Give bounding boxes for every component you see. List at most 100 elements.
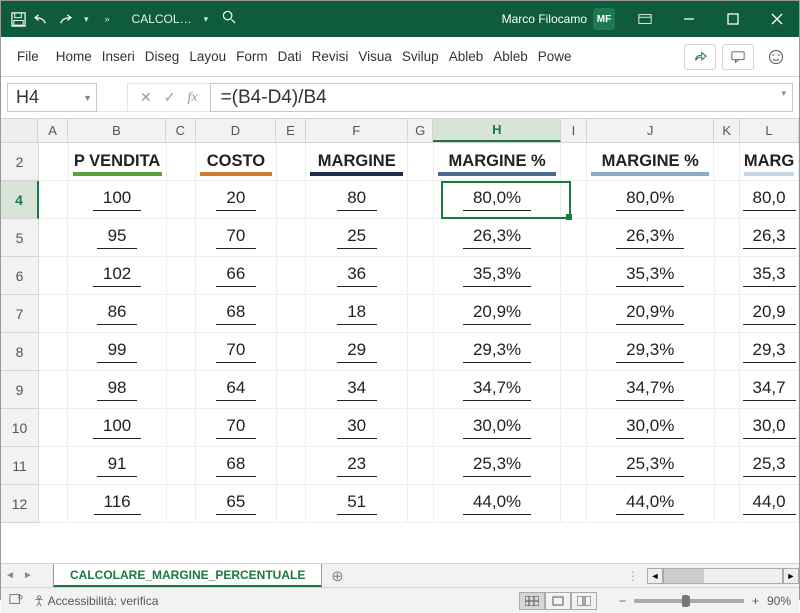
page-layout-view-icon[interactable] bbox=[545, 592, 571, 610]
cell[interactable] bbox=[561, 485, 587, 523]
cell[interactable]: 116 bbox=[68, 485, 166, 523]
col-header-A[interactable]: A bbox=[38, 119, 67, 142]
cell[interactable]: 70 bbox=[196, 219, 277, 257]
cell[interactable] bbox=[408, 409, 434, 447]
cell[interactable]: 95 bbox=[68, 219, 166, 257]
cell[interactable] bbox=[167, 295, 196, 333]
cell[interactable]: 30 bbox=[306, 409, 408, 447]
cell[interactable]: 18 bbox=[306, 295, 408, 333]
cell[interactable]: 25 bbox=[306, 219, 408, 257]
cell[interactable] bbox=[277, 143, 307, 181]
cell[interactable] bbox=[715, 409, 741, 447]
col-header-C[interactable]: C bbox=[166, 119, 195, 142]
cell[interactable] bbox=[167, 181, 196, 219]
cell[interactable] bbox=[167, 333, 196, 371]
cell[interactable]: 26,3 bbox=[740, 219, 799, 257]
cell[interactable]: 25,3% bbox=[434, 447, 562, 485]
user-account[interactable]: Marco Filocamo MF bbox=[494, 8, 623, 30]
cell[interactable] bbox=[408, 371, 434, 409]
cell[interactable] bbox=[715, 333, 741, 371]
cell[interactable] bbox=[408, 257, 434, 295]
cell[interactable]: 91 bbox=[68, 447, 166, 485]
help-smiley-icon[interactable] bbox=[760, 44, 792, 70]
cell[interactable] bbox=[167, 143, 197, 181]
cell[interactable]: 70 bbox=[196, 409, 277, 447]
cell[interactable] bbox=[715, 485, 741, 523]
zoom-slider[interactable] bbox=[634, 599, 744, 603]
cells-area[interactable]: P VENDITACOSTOMARGINEMARGINE %MARGINE %M… bbox=[39, 143, 799, 523]
tab-visua[interactable]: Visua bbox=[353, 49, 397, 64]
cell[interactable] bbox=[39, 257, 68, 295]
minimize-button[interactable] bbox=[667, 1, 711, 37]
cell[interactable] bbox=[167, 485, 196, 523]
row-header-6[interactable]: 6 bbox=[1, 257, 39, 295]
cell[interactable] bbox=[39, 295, 68, 333]
record-macro-icon[interactable] bbox=[9, 592, 23, 609]
cell[interactable]: 36 bbox=[306, 257, 408, 295]
page-break-view-icon[interactable] bbox=[571, 592, 597, 610]
cell[interactable]: MARG bbox=[740, 143, 799, 181]
cell[interactable]: 100 bbox=[68, 409, 166, 447]
cell[interactable]: 68 bbox=[196, 295, 277, 333]
cell[interactable]: 80,0% bbox=[587, 181, 715, 219]
cell[interactable]: 99 bbox=[68, 333, 166, 371]
cell[interactable]: 29,3 bbox=[740, 333, 799, 371]
cell[interactable] bbox=[408, 181, 434, 219]
docname-dropdown-icon[interactable]: ▾ bbox=[200, 14, 213, 25]
qat-overflow-icon[interactable]: » bbox=[101, 14, 114, 24]
cell[interactable]: 26,3% bbox=[434, 219, 562, 257]
tab-inseri[interactable]: Inseri bbox=[97, 49, 140, 64]
tab-file[interactable]: File bbox=[5, 37, 51, 76]
cell[interactable]: MARGINE bbox=[306, 143, 408, 181]
cell[interactable]: 20,9 bbox=[740, 295, 799, 333]
qat-customize-icon[interactable]: ▾ bbox=[80, 14, 93, 25]
cell[interactable]: 35,3% bbox=[434, 257, 562, 295]
cell[interactable]: 25,3 bbox=[740, 447, 799, 485]
cell[interactable] bbox=[277, 485, 306, 523]
cell[interactable] bbox=[39, 219, 68, 257]
cell[interactable]: 65 bbox=[196, 485, 277, 523]
sheet-nav-next-icon[interactable]: ► bbox=[19, 570, 37, 581]
select-all-corner[interactable] bbox=[1, 119, 38, 142]
cell[interactable]: 98 bbox=[68, 371, 166, 409]
cell[interactable] bbox=[408, 333, 434, 371]
normal-view-icon[interactable] bbox=[519, 592, 545, 610]
namebox-dropdown-icon[interactable]: ▼ bbox=[83, 93, 92, 103]
cell[interactable]: 35,3% bbox=[587, 257, 715, 295]
col-header-F[interactable]: F bbox=[306, 119, 408, 142]
cell[interactable]: 34,7% bbox=[587, 371, 715, 409]
cell[interactable]: 30,0 bbox=[740, 409, 799, 447]
cell[interactable] bbox=[561, 295, 587, 333]
cell[interactable] bbox=[277, 447, 306, 485]
cell[interactable] bbox=[408, 447, 434, 485]
row-header-5[interactable]: 5 bbox=[1, 219, 39, 257]
col-header-H[interactable]: H bbox=[433, 119, 561, 142]
cell[interactable]: 86 bbox=[68, 295, 166, 333]
cell[interactable]: 26,3% bbox=[587, 219, 715, 257]
share-icon[interactable] bbox=[684, 44, 716, 70]
row-header-2[interactable]: 2 bbox=[1, 143, 39, 181]
cell[interactable] bbox=[277, 295, 306, 333]
col-header-D[interactable]: D bbox=[196, 119, 277, 142]
cell[interactable] bbox=[408, 143, 434, 181]
cell[interactable]: P VENDITA bbox=[69, 143, 167, 181]
cell[interactable] bbox=[167, 371, 196, 409]
cell[interactable] bbox=[561, 181, 587, 219]
scroll-thumb[interactable] bbox=[664, 569, 704, 583]
cell[interactable]: 34,7 bbox=[740, 371, 799, 409]
col-header-L[interactable]: L bbox=[740, 119, 799, 142]
cell[interactable]: 100 bbox=[68, 181, 166, 219]
cell[interactable]: MARGINE % bbox=[434, 143, 561, 181]
cell[interactable] bbox=[715, 295, 741, 333]
cell[interactable] bbox=[277, 409, 306, 447]
tab-revisi[interactable]: Revisi bbox=[307, 49, 354, 64]
tab-diseg[interactable]: Diseg bbox=[140, 49, 185, 64]
cell[interactable]: 80 bbox=[306, 181, 408, 219]
scroll-right-icon[interactable]: ► bbox=[783, 568, 799, 584]
cell[interactable] bbox=[561, 333, 587, 371]
cell[interactable] bbox=[39, 143, 69, 181]
tab-ableb[interactable]: Ableb bbox=[444, 49, 489, 64]
cell[interactable]: 29,3% bbox=[434, 333, 562, 371]
cell[interactable] bbox=[277, 181, 306, 219]
cell[interactable]: 29,3% bbox=[587, 333, 715, 371]
